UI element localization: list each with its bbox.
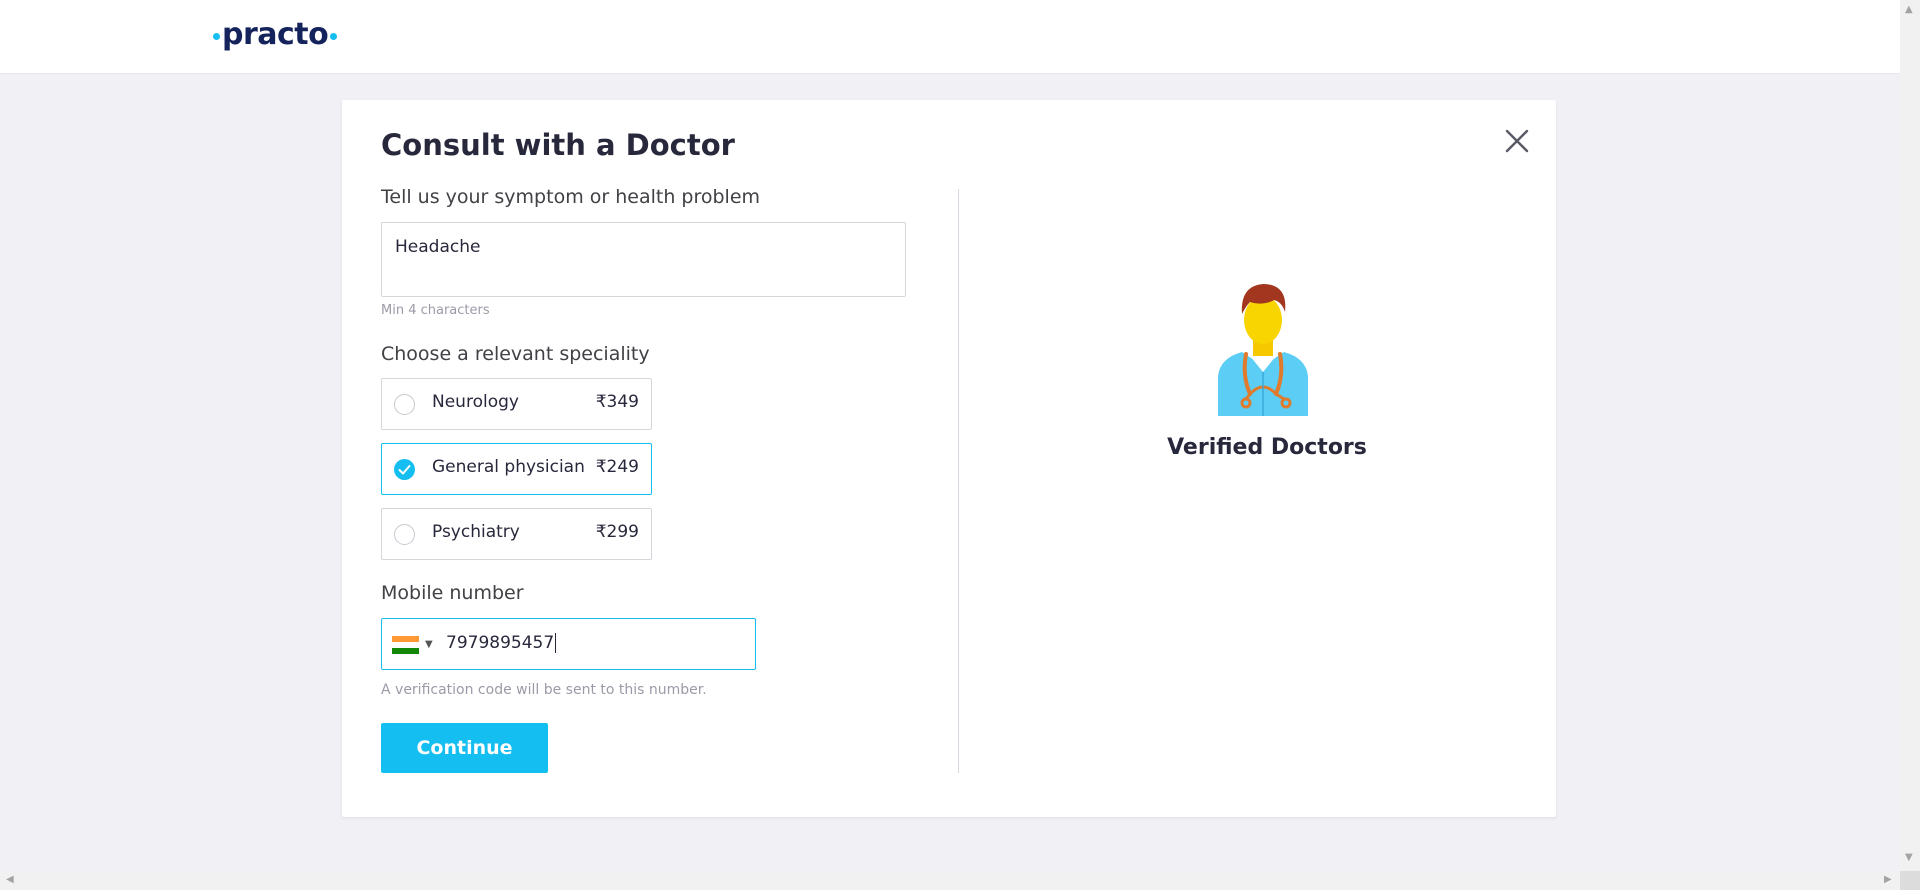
check-icon: [398, 465, 411, 475]
symptom-hint: Min 4 characters: [381, 303, 490, 318]
speciality-price: ₹299: [595, 522, 639, 542]
verified-doctors-caption: Verified Doctors: [1167, 435, 1367, 460]
speciality-option-psychiatry[interactable]: Psychiatry ₹299: [381, 508, 652, 560]
panel-divider: [958, 189, 959, 773]
speciality-name: Psychiatry: [432, 522, 520, 542]
page-viewport: practo Consult with a Doctor Tell us you…: [0, 0, 1900, 871]
logo-dot-left: [213, 32, 220, 40]
flag-stripe-green: [392, 648, 419, 654]
scroll-right-arrow-icon[interactable]: ▶: [1884, 874, 1892, 885]
radio-unchecked[interactable]: [394, 394, 415, 415]
top-header: practo: [0, 0, 1900, 74]
dialog-title: Consult with a Doctor: [381, 128, 735, 162]
doctor-illustration-icon: [1218, 284, 1308, 416]
horizontal-scrollbar[interactable]: ◀ ▶: [0, 871, 1900, 890]
scroll-down-arrow-icon[interactable]: ▼: [1905, 852, 1913, 863]
scroll-up-arrow-icon[interactable]: ▲: [1905, 4, 1913, 15]
symptom-input[interactable]: Headache: [381, 222, 906, 297]
flag-stripe-white: [392, 642, 419, 648]
chevron-down-icon[interactable]: ▼: [425, 639, 433, 650]
speciality-price: ₹249: [595, 457, 639, 477]
radio-unchecked[interactable]: [394, 524, 415, 545]
logo-dot-right: [330, 32, 338, 40]
radio-checked[interactable]: [394, 459, 415, 480]
mobile-hint: A verification code will be sent to this…: [381, 682, 707, 698]
mobile-label: Mobile number: [381, 582, 524, 604]
speciality-name: General physician: [432, 457, 585, 477]
mobile-input[interactable]: ▼ 7979895457: [381, 618, 756, 670]
speciality-option-general-physician[interactable]: General physician ₹249: [381, 443, 652, 495]
consult-dialog: Consult with a Doctor Tell us your sympt…: [342, 100, 1556, 817]
speciality-option-neurology[interactable]: Neurology ₹349: [381, 378, 652, 430]
continue-button[interactable]: Continue: [381, 723, 548, 773]
close-button[interactable]: [1502, 126, 1532, 156]
logo-text: practo: [222, 16, 329, 52]
practo-logo[interactable]: practo: [211, 14, 339, 54]
vertical-scrollbar[interactable]: ▲ ▼: [1900, 0, 1920, 871]
close-icon: [1505, 129, 1529, 153]
mobile-number-value: 7979895457: [446, 633, 557, 653]
mobile-number-text: 7979895457: [446, 633, 555, 653]
speciality-price: ₹349: [595, 392, 639, 412]
scroll-left-arrow-icon[interactable]: ◀: [6, 874, 14, 885]
text-cursor: [555, 633, 557, 653]
india-flag-icon[interactable]: [392, 636, 419, 654]
scrollbar-corner: [1900, 871, 1920, 890]
symptom-label: Tell us your symptom or health problem: [381, 186, 761, 208]
speciality-label: Choose a relevant speciality: [381, 343, 650, 365]
speciality-name: Neurology: [432, 392, 519, 412]
